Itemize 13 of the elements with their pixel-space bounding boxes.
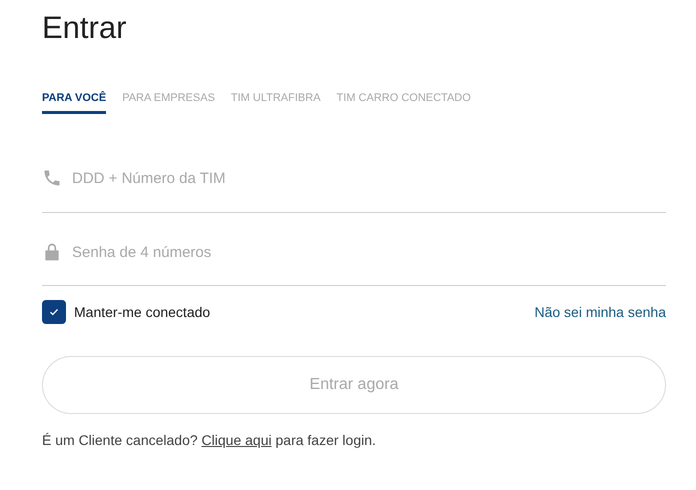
checkbox-label: Manter-me conectado [74, 304, 210, 320]
input-field[interactable]: Senha de 4 números [72, 244, 666, 260]
phone-icon [42, 168, 62, 188]
tab[interactable]: TIM ULTRAFIBRA [230, 90, 321, 114]
page-title: Entrar [42, 9, 126, 47]
forgot-password-link[interactable]: Não sei minha senha [534, 304, 666, 320]
input-field[interactable]: DDD + Número da TIM [72, 170, 666, 186]
tab[interactable]: PARA VOCÊ [42, 90, 106, 114]
tab[interactable]: TIM CARRO CONECTADO [336, 90, 471, 114]
tab[interactable]: PARA EMPRESAS [122, 90, 215, 114]
click-here-link[interactable]: Clique aqui [202, 432, 272, 448]
checkbox[interactable] [42, 300, 66, 324]
cancelled-client-note: É um Cliente cancelado? Clique aqui para fazer login. [42, 432, 377, 448]
